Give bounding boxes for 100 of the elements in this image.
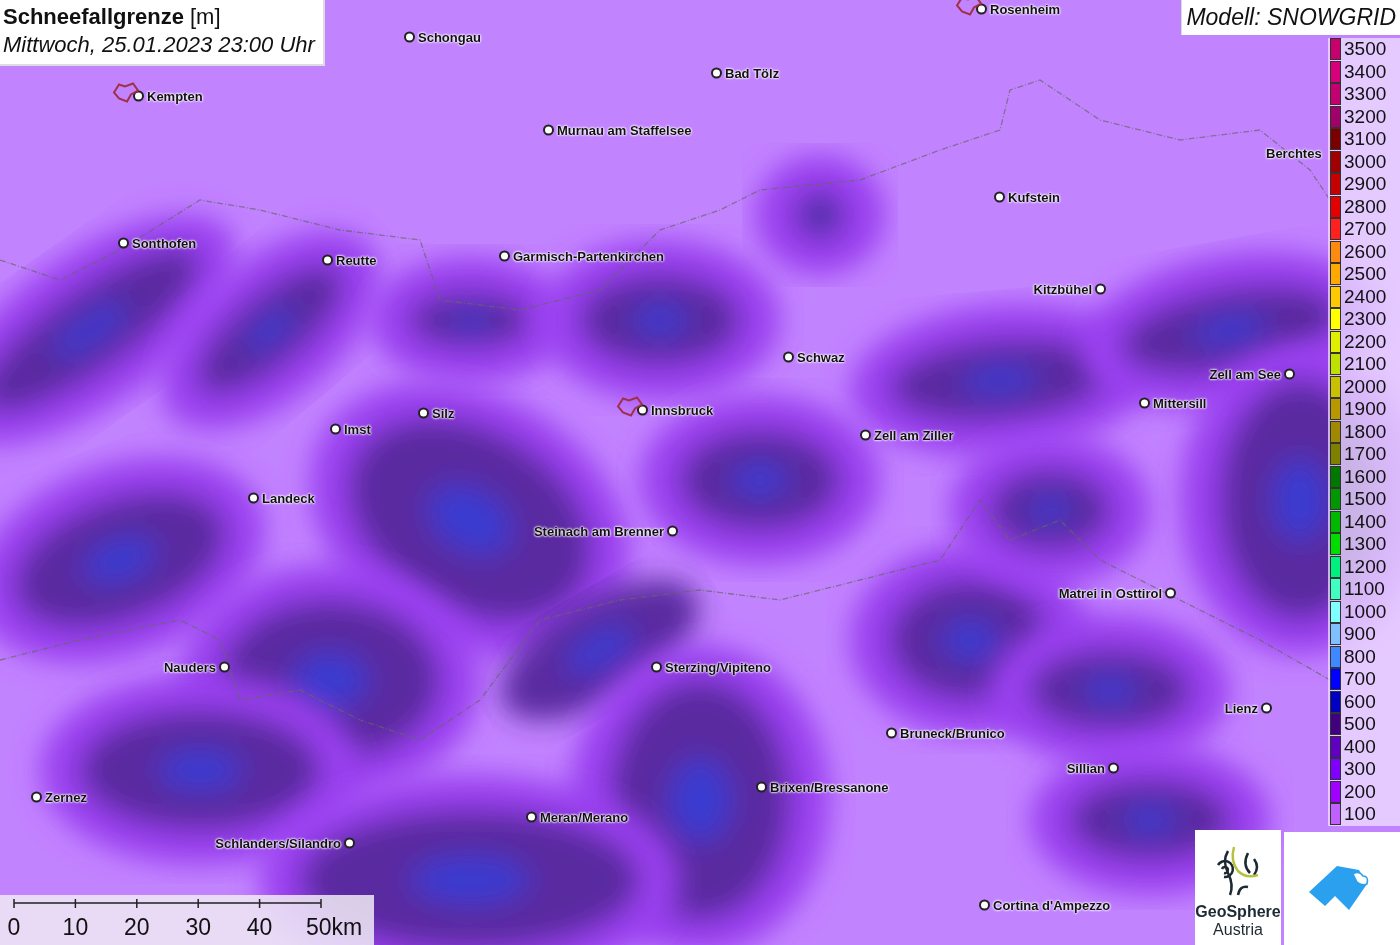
- city-marker: [651, 661, 662, 673]
- city-label: Kempten: [147, 88, 203, 104]
- city-marker: [31, 791, 42, 803]
- city-label: Schlanders/Silandro: [215, 835, 341, 851]
- city-marker: [344, 837, 355, 849]
- map-title: Schneefallgrenze [m]: [3, 4, 222, 30]
- legend-label: 1900: [1344, 398, 1387, 421]
- legend-label: 2300: [1344, 308, 1387, 331]
- logo-name: GeoSphere: [1195, 903, 1281, 921]
- city-label: Innsbruck: [651, 402, 714, 418]
- city-label: Imst: [344, 421, 371, 437]
- legend-label: 1500: [1344, 488, 1387, 511]
- city-label: Brixen/Bressanone: [770, 779, 889, 795]
- city-marker: [1095, 283, 1106, 295]
- city-marker: [1139, 397, 1150, 409]
- city-marker: [976, 3, 987, 15]
- city-marker: [404, 31, 415, 43]
- city-label: Zell am See: [1209, 366, 1281, 382]
- city-label: Sillian: [1066, 760, 1105, 776]
- city-marker: [667, 525, 678, 537]
- city-label: Schwaz: [797, 349, 845, 365]
- legend-label: 1400: [1344, 510, 1387, 533]
- model-label: Modell: SNOWGRID: [1181, 0, 1400, 35]
- scale-label: 10: [62, 914, 89, 941]
- scale-label: 0: [7, 914, 21, 941]
- city-marker: [1261, 702, 1272, 714]
- city-marker: [711, 67, 722, 79]
- legend-label: 3500: [1344, 38, 1387, 61]
- city-marker: [418, 407, 429, 419]
- city-label: Nauders: [163, 659, 216, 675]
- scale-label: 30: [185, 914, 211, 941]
- city-marker: [756, 781, 767, 793]
- city-marker: [133, 90, 144, 102]
- legend-label: 2400: [1344, 285, 1387, 308]
- legend-label: 3200: [1344, 105, 1387, 128]
- city-label: Garmisch-Partenkirchen: [513, 248, 664, 264]
- legend-label: 1600: [1344, 465, 1387, 488]
- legend-label: 2900: [1344, 173, 1387, 196]
- city-label: Kitzbühel: [1033, 281, 1092, 297]
- city-marker: [543, 124, 554, 136]
- scale-label: 40: [246, 914, 273, 941]
- legend-label: 2100: [1344, 353, 1387, 376]
- legend-label: 500: [1344, 713, 1376, 736]
- scale-label: 50km: [306, 914, 363, 941]
- legend-label: 200: [1344, 780, 1376, 803]
- city-marker: [637, 404, 648, 416]
- city-label: Reutte: [336, 252, 377, 268]
- city-marker: [994, 191, 1005, 203]
- city-label: Matrei in Osttirol: [1058, 585, 1162, 601]
- legend-label: 1100: [1344, 578, 1385, 601]
- city-marker: [526, 811, 537, 823]
- city-label: Cortina d'Ampezzo: [993, 897, 1111, 913]
- legend-label: 2200: [1344, 330, 1387, 353]
- city-label: Sonthofen: [132, 235, 197, 251]
- legend-label: 800: [1344, 645, 1376, 668]
- forecast-datetime: Mittwoch, 25.01.2023 23:00 Uhr: [3, 32, 315, 58]
- legend-label: 1700: [1344, 443, 1387, 466]
- legend-label: 2000: [1344, 375, 1387, 398]
- legend-label: 400: [1344, 735, 1376, 758]
- city-label: Berchtes: [1266, 145, 1322, 161]
- legend-label: 700: [1344, 668, 1376, 691]
- city-outline-icon: [954, 0, 984, 18]
- legend-label: 100: [1344, 803, 1376, 826]
- city-label: Bruneck/Brunico: [900, 725, 1005, 741]
- city-marker: [1165, 587, 1176, 599]
- legend-label: 3100: [1344, 128, 1387, 151]
- legend-label: 2700: [1344, 218, 1387, 241]
- city-marker: [1284, 368, 1295, 380]
- legend-label: 2600: [1344, 240, 1387, 263]
- scale-label: 20: [124, 914, 150, 941]
- city-label: Sterzing/Vipiteno: [665, 659, 771, 675]
- city-outline-icon: [615, 394, 645, 419]
- city-label: Silz: [432, 405, 455, 421]
- city-label: Schongau: [418, 29, 481, 45]
- legend-label: 900: [1344, 623, 1376, 646]
- city-label: Rosenheim: [990, 1, 1061, 17]
- city-label: Murnau am Staffelsee: [557, 122, 692, 138]
- city-outline-icon: [111, 80, 141, 105]
- city-marker: [1108, 762, 1119, 774]
- city-marker: [248, 492, 259, 504]
- city-label: Steinach am Brenner: [533, 523, 664, 539]
- city-label: Zernez: [45, 789, 87, 805]
- legend-label: 2500: [1344, 263, 1387, 286]
- legend-label: 600: [1344, 690, 1376, 713]
- city-marker: [979, 899, 990, 911]
- legend-label: 300: [1344, 758, 1376, 781]
- legend-label: 1800: [1344, 420, 1387, 443]
- logo-subtitle: Austria: [1213, 921, 1263, 939]
- legend-label: 3000: [1344, 150, 1387, 173]
- city-label: Bad Tölz: [725, 65, 780, 81]
- city-marker: [860, 429, 871, 441]
- city-marker: [118, 237, 129, 249]
- city-label: Mittersill: [1153, 395, 1207, 411]
- city-marker: [783, 351, 794, 363]
- city-label: Landeck: [262, 490, 315, 506]
- legend-label: 1000: [1344, 600, 1387, 623]
- city-label: Kufstein: [1008, 189, 1060, 205]
- city-label: Zell am Ziller: [874, 427, 954, 443]
- legend-label: 3400: [1344, 60, 1387, 83]
- legend-label: 1200: [1344, 555, 1387, 578]
